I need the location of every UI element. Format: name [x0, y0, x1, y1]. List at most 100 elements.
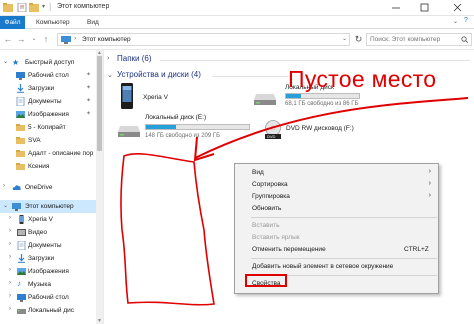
device-name: Локальный диск (E:) — [145, 114, 207, 121]
drive-icon — [118, 126, 140, 137]
maximize-icon — [420, 3, 429, 12]
refresh-button[interactable]: ↻ — [353, 33, 364, 46]
maximize-button[interactable] — [414, 0, 436, 15]
device-name: DVD RW дисковод (F:) — [286, 125, 354, 132]
folder-icon — [16, 163, 25, 170]
expand-icon[interactable]: ⌄ — [3, 202, 8, 209]
search-box[interactable] — [366, 33, 472, 46]
device-tile-dvd[interactable]: DVD DVD RW дисковод (F:) — [264, 120, 374, 144]
expand-icon[interactable]: › — [9, 254, 11, 260]
expand-icon[interactable]: › — [9, 228, 11, 234]
menu-item-view[interactable]: Вид › — [236, 168, 437, 179]
expand-ribbon-icon[interactable]: ⌄ — [453, 18, 458, 25]
sidebar-scrollbar[interactable]: ▲ ▼ — [96, 50, 103, 324]
device-tile-xperia[interactable]: Xperia V — [116, 83, 206, 111]
sidebar-item-local-disk[interactable]: › Локальный дис — [0, 304, 96, 317]
pin-icon: ✦ — [86, 85, 92, 91]
sidebar-item-folder[interactable]: 5 - Копирайт — [0, 121, 96, 134]
phone-icon — [19, 215, 24, 224]
title-bar: ▾ | Этот компьютер — [0, 0, 474, 16]
refresh-icon: ↻ — [354, 34, 363, 44]
sidebar-item-label: Документы — [28, 98, 62, 105]
address-bar[interactable]: › Этот компьютер ⌄ — [57, 33, 350, 46]
disk-usage-bar — [145, 124, 250, 130]
folder-icon[interactable] — [3, 3, 13, 12]
help-icon[interactable]: ? — [464, 17, 468, 24]
menu-item-refresh[interactable]: Обновить — [236, 204, 437, 215]
scroll-down-icon[interactable]: ▼ — [97, 318, 102, 324]
expand-icon[interactable]: › — [9, 267, 11, 273]
sidebar-item-desktop-2[interactable]: › Рабочий стол — [0, 291, 96, 304]
sidebar-item-pictures-2[interactable]: › Изображения — [0, 265, 96, 278]
menu-separator — [251, 258, 437, 259]
expand-icon[interactable]: › — [3, 183, 5, 189]
download-icon — [18, 254, 25, 263]
expand-icon[interactable]: › — [9, 293, 11, 299]
cloud-icon — [12, 185, 21, 190]
device-tile-disk-e[interactable]: Локальный диск (E:) 148 ГБ свободно из 2… — [116, 114, 251, 144]
sidebar-item-downloads-2[interactable]: › Загрузки — [0, 252, 96, 265]
menu-item-add-network[interactable]: Добавить новый элемент в сетевое окружен… — [236, 262, 437, 273]
expand-icon[interactable]: › — [9, 215, 11, 221]
sidebar-item-xperia[interactable]: › Xperia V — [0, 213, 96, 226]
search-input[interactable] — [370, 35, 456, 44]
drive-icon — [17, 309, 26, 314]
expand-icon[interactable]: › — [9, 280, 11, 286]
disk-usage-fill — [146, 125, 176, 129]
sidebar-item-folder[interactable]: Адалт - описание пор — [0, 147, 96, 160]
sidebar-item-quick-access[interactable]: ⌄ ★ Быстрый доступ — [0, 56, 96, 69]
sidebar-item-videos[interactable]: › Видео — [0, 226, 96, 239]
sidebar-item-onedrive[interactable]: › OneDrive — [0, 181, 96, 194]
documents-icon — [17, 241, 26, 250]
sidebar-item-downloads[interactable]: Загрузки ✦ — [0, 82, 96, 95]
up-button[interactable]: ↑ — [41, 33, 51, 45]
menu-item-group[interactable]: Группировка › — [236, 192, 437, 203]
forward-button[interactable]: → — [16, 33, 26, 45]
breadcrumb[interactable]: Этот компьютер — [82, 36, 131, 43]
menu-item-paste-shortcut[interactable]: Вставить ярлык — [236, 233, 437, 244]
chevron-down-icon: ⌄ — [31, 36, 37, 42]
menu-item-undo-move[interactable]: Отменить перемещение CTRL+Z — [236, 245, 437, 256]
address-row: ← → ⌄ ↑ › Этот компьютер ⌄ ↻ — [0, 29, 474, 50]
properties-icon[interactable] — [17, 3, 27, 12]
sidebar-item-documents-2[interactable]: › Документы — [0, 239, 96, 252]
sidebar-item-pictures[interactable]: Изображения ✦ — [0, 108, 96, 121]
disk-usage-fill — [286, 94, 302, 98]
sidebar-item-desktop[interactable]: Рабочий стол ✦ — [0, 69, 96, 82]
expand-icon[interactable]: › — [9, 241, 11, 247]
tab-view[interactable]: Вид — [87, 16, 99, 29]
sidebar-item-music[interactable]: › ♪ Музыка — [0, 278, 96, 291]
menu-item-label: Обновить — [252, 205, 282, 212]
sidebar-item-folder[interactable]: Ксения — [0, 160, 96, 173]
sidebar-item-label: SVA — [28, 137, 41, 144]
sidebar-item-this-pc[interactable]: ⌄ Этот компьютер — [0, 200, 96, 213]
tab-computer[interactable]: Компьютер — [36, 16, 70, 29]
menu-item-label: Вид — [252, 169, 264, 176]
sidebar-item-label: Рабочий стол — [28, 72, 69, 79]
star-icon: ★ — [12, 58, 20, 67]
expand-icon[interactable]: › — [9, 306, 11, 312]
recent-locations-button[interactable]: ⌄ — [29, 33, 39, 45]
quick-access-dropdown-icon[interactable]: ▾ — [42, 3, 45, 10]
menu-item-sort[interactable]: Сортировка › — [236, 180, 437, 191]
disk-usage-bar — [285, 93, 360, 99]
new-folder-icon[interactable] — [29, 3, 39, 12]
back-button[interactable]: ← — [3, 33, 13, 45]
title-separator: | — [49, 1, 52, 11]
sidebar-item-documents[interactable]: Документы ✦ — [0, 95, 96, 108]
expand-icon[interactable]: ⌄ — [3, 58, 8, 65]
folder-icon — [16, 124, 25, 131]
tab-file[interactable]: Файл — [0, 16, 25, 29]
sidebar-item-label: Ксения — [28, 163, 50, 170]
ribbon: Файл Компьютер Вид ⌄ ? — [0, 16, 474, 29]
address-dropdown-icon[interactable]: ⌄ — [342, 35, 347, 42]
scrollbar-thumb[interactable] — [97, 56, 102, 151]
computer-icon — [61, 36, 71, 44]
minimize-button[interactable] — [385, 0, 407, 15]
close-button[interactable] — [447, 0, 469, 15]
menu-item-paste[interactable]: Вставить — [236, 221, 437, 232]
menu-item-label: Добавить новый элемент в сетевое окружен… — [252, 263, 394, 270]
sidebar-item-folder[interactable]: SVA — [0, 134, 96, 147]
drive-icon — [254, 94, 276, 105]
breadcrumb-separator-icon: › — [74, 35, 77, 42]
